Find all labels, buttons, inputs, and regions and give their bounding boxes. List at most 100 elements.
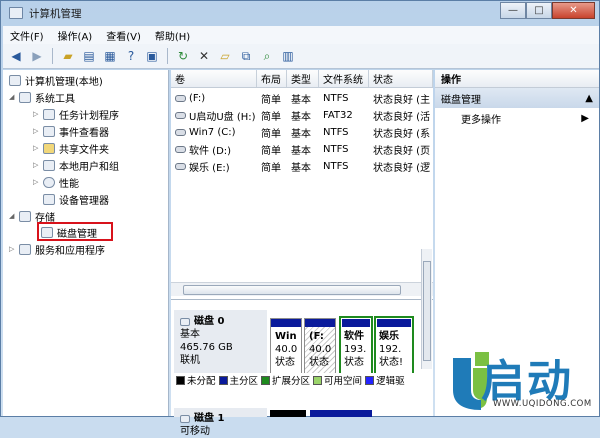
tree-shared-folders[interactable]: ▷ 共享文件夹	[33, 140, 109, 156]
volume-cell: (F:)	[171, 90, 257, 107]
volume-row[interactable]: U启动U盘 (H:) 简单 基本 FAT32 状态良好 (活	[171, 107, 433, 124]
computer-icon	[9, 74, 21, 86]
window-title: 计算机管理	[29, 7, 82, 20]
menu-view[interactable]: 查看(V)	[99, 28, 148, 43]
drive-icon	[175, 146, 186, 153]
selection-highlight-box	[37, 222, 113, 241]
collapse-icon[interactable]: ◢	[9, 93, 17, 101]
close-button[interactable]: ✕	[552, 2, 595, 19]
collapse-icon[interactable]: ◢	[9, 212, 17, 220]
help-icon[interactable]: ?	[122, 47, 140, 65]
menu-bar: 文件(F) 操作(A) 查看(V) 帮助(H)	[3, 26, 599, 44]
actions-title: 操作	[435, 70, 599, 88]
volume-cell: 基本	[291, 112, 311, 123]
drive-icon	[175, 163, 186, 170]
menu-file[interactable]: 文件(F)	[3, 28, 51, 43]
tools-icon	[19, 91, 31, 103]
column-header-status[interactable]: 状态	[369, 70, 433, 87]
properties-icon[interactable]: ▦	[101, 47, 119, 65]
expand-icon[interactable]: ▷	[33, 127, 41, 135]
tree-event-viewer[interactable]: ▷ 事件查看器	[33, 123, 109, 139]
expand-icon[interactable]: ▷	[33, 144, 41, 152]
toolbar: ◀ ▶ ▰ ▤ ▦ ? ▣ ↻ ✕ ▱ ⧉ ⌕ ▥	[3, 44, 599, 69]
volume-row[interactable]: Win7 (C:) 简单 基本 NTFS 状态良好 (系	[171, 124, 433, 141]
show-hide-tree-icon[interactable]: ▤	[80, 47, 98, 65]
volume-cell: 状态良好 (主	[373, 95, 431, 106]
tree-local-users[interactable]: ▷ 本地用户和组	[33, 157, 119, 173]
actions-section-disk-management[interactable]: 磁盘管理 ▲	[435, 88, 599, 108]
expand-icon[interactable]: ▷	[33, 161, 41, 169]
partition-unallocated[interactable]	[270, 410, 306, 417]
tree-performance[interactable]: ▷ 性能	[33, 174, 79, 190]
export-icon[interactable]: ⧉	[237, 47, 255, 65]
column-header-type[interactable]: 类型	[287, 70, 319, 87]
app-icon	[9, 7, 23, 19]
volume-cell: 基本	[291, 129, 311, 140]
volume-cell: NTFS	[323, 161, 349, 172]
legend-swatch-extended	[261, 375, 271, 385]
menu-action[interactable]: 操作(A)	[51, 28, 100, 43]
legend-swatch-unallocated	[176, 375, 185, 385]
legend-swatch-free	[313, 375, 323, 385]
volume-cell: 状态良好 (系	[373, 129, 431, 140]
menu-help[interactable]: 帮助(H)	[148, 28, 197, 43]
volume-cell: 软件 (D:)	[171, 141, 257, 158]
minimize-button[interactable]: —	[500, 2, 526, 19]
tree-device-manager[interactable]: 设备管理器	[43, 191, 109, 207]
settings-icon[interactable]: ▥	[279, 47, 297, 65]
search-icon[interactable]: ⌕	[258, 47, 276, 65]
volume-cell: NTFS	[323, 93, 349, 104]
horizontal-scrollbar[interactable]	[171, 282, 433, 296]
disk0-size: 465.76 GB	[180, 342, 233, 353]
tree-task-scheduler[interactable]: ▷ 任务计划程序	[33, 106, 119, 122]
collapse-up-icon[interactable]: ▲	[585, 93, 593, 104]
expand-icon[interactable]: ▷	[33, 110, 41, 118]
more-actions-item[interactable]: 更多操作 ▶	[435, 108, 599, 128]
disk-graphical-view: 磁盘 0 基本 465.76 GB 联机 Win 40.0 状态 (F: 40.0 状态…	[171, 299, 433, 437]
folder-up-icon[interactable]: ▰	[59, 47, 77, 65]
shared-folder-icon	[43, 142, 55, 154]
disk0-info[interactable]: 磁盘 0 基本 465.76 GB 联机	[174, 310, 267, 382]
drive-icon	[175, 112, 186, 119]
disk1-info[interactable]: 磁盘 1 可移动	[174, 408, 267, 437]
device-manager-icon	[43, 193, 55, 205]
column-header-layout[interactable]: 布局	[257, 70, 287, 87]
maximize-button[interactable]: □	[526, 2, 552, 19]
drive-icon	[175, 129, 186, 136]
volume-cell: 简单	[261, 163, 281, 174]
computer-management-window: 计算机管理 — □ ✕ 文件(F) 操作(A) 查看(V) 帮助(H) ◀ ▶ …	[0, 0, 600, 437]
vertical-scrollbar[interactable]	[421, 249, 432, 369]
volume-row[interactable]: 软件 (D:) 简单 基本 NTFS 状态良好 (页	[171, 141, 433, 158]
open-folder-icon[interactable]: ▱	[216, 47, 234, 65]
disk-icon	[180, 414, 190, 423]
volume-row[interactable]: (F:) 简单 基本 NTFS 状态良好 (主	[171, 90, 433, 107]
volume-cell: 简单	[261, 95, 281, 106]
forward-arrow-icon[interactable]: ▶	[28, 47, 46, 65]
tree-services-apps[interactable]: ▷ 服务和应用程序	[9, 241, 105, 257]
delete-icon[interactable]: ✕	[195, 47, 213, 65]
view-icon[interactable]: ▣	[143, 47, 161, 65]
expand-icon[interactable]: ▷	[33, 178, 41, 186]
partition-usb[interactable]	[310, 410, 372, 417]
users-icon	[43, 159, 55, 171]
refresh-icon[interactable]: ↻	[174, 47, 192, 65]
volume-cell: 基本	[291, 146, 311, 157]
volume-cell: 基本	[291, 163, 311, 174]
volume-cell: 状态良好 (逻	[373, 163, 431, 174]
column-header-filesystem[interactable]: 文件系统	[319, 70, 369, 87]
tree-system-tools[interactable]: ◢ 系统工具	[9, 89, 75, 105]
legend-swatch-logical	[365, 375, 375, 385]
volume-cell: Win7 (C:)	[171, 124, 257, 141]
title-bar[interactable]: 计算机管理 — □ ✕	[1, 1, 600, 25]
expand-icon[interactable]: ▷	[9, 245, 17, 253]
column-header-volume[interactable]: 卷	[171, 70, 257, 87]
volume-row[interactable]: 娱乐 (E:) 简单 基本 NTFS 状态良好 (逻	[171, 158, 433, 175]
navigation-tree: 计算机管理(本地) ◢ 系统工具 ▷ 任务计划程序 ▷ 事件查看器 ▷ 共享文件…	[3, 70, 169, 416]
tree-root[interactable]: 计算机管理(本地)	[9, 72, 103, 88]
volume-cell: NTFS	[323, 127, 349, 138]
clock-icon	[43, 108, 55, 120]
disk-icon	[180, 317, 190, 326]
event-log-icon	[43, 125, 55, 137]
legend-swatch-primary	[218, 375, 228, 385]
back-arrow-icon[interactable]: ◀	[7, 47, 25, 65]
